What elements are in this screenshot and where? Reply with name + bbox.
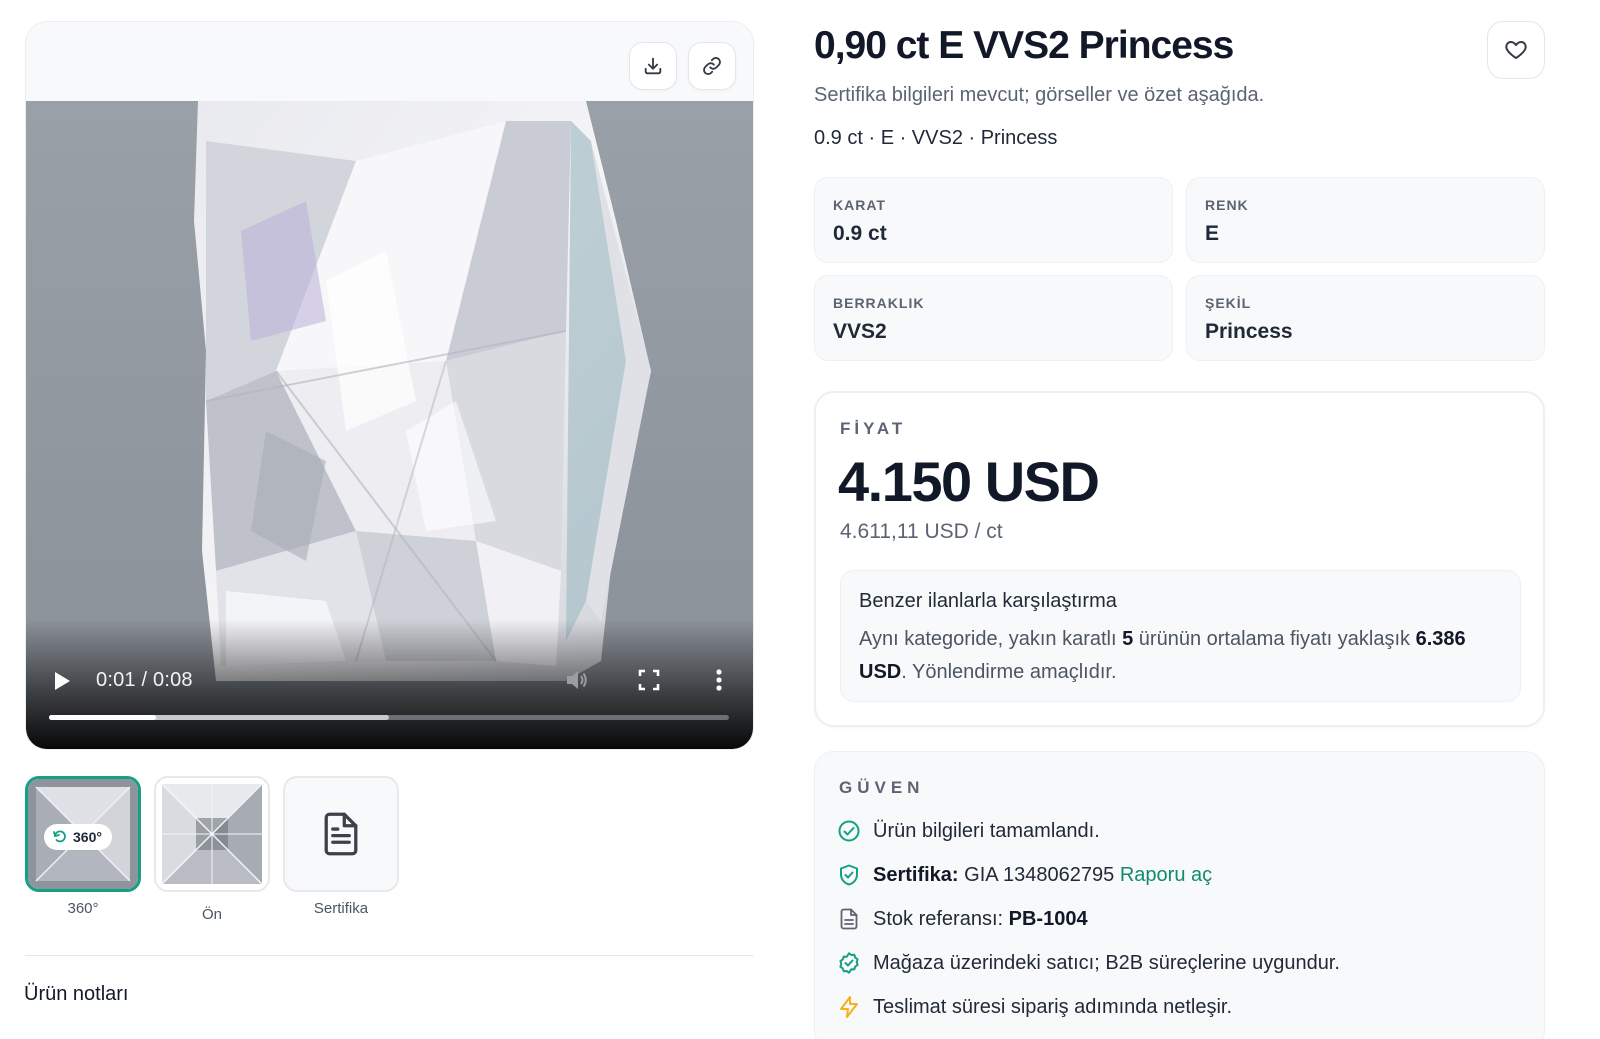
trust-item-text: Stok referansı: PB-1004 [873, 907, 1088, 930]
fullscreen-icon[interactable] [636, 667, 662, 693]
trust-item-text: Sertifika: GIA 1348062795 Raporu aç [873, 863, 1213, 886]
comparison-text: Aynı kategoride, yakın karatlı 5 ürünün … [859, 628, 1466, 683]
spec-card-shape: ŞEKİL Princess [1186, 275, 1545, 361]
copy-link-button[interactable] [688, 42, 736, 90]
thumbnail-label-360: 360° [67, 900, 99, 917]
spec-label: KARAT [833, 197, 886, 213]
document-icon [840, 908, 858, 930]
spec-value: E [1205, 222, 1220, 245]
trust-item: Stok referansı: PB-1004 [837, 904, 1088, 934]
spec-label: BERRAKLIK [833, 295, 925, 311]
price-label: FİYAT [840, 419, 907, 438]
trust-item-text: Mağaza üzerindeki satıcı; B2B süreçlerin… [873, 951, 1340, 974]
shield-check-icon [840, 864, 858, 886]
download-button[interactable] [629, 42, 677, 90]
comparison-title: Benzer ilanlarla karşılaştırma [859, 590, 1117, 612]
video-time: 0:01 / 0:08 [96, 669, 193, 691]
trust-label: GÜVEN [839, 778, 925, 797]
favorite-button[interactable] [1487, 21, 1545, 79]
thumbnail-label-certificate: Sertifika [313, 900, 369, 917]
price-value: 4.150 USD [838, 450, 1100, 513]
trust-item: Ürün bilgileri tamamlandı. [837, 816, 1100, 846]
trust-item: Teslimat süresi sipariş adımında netleşi… [837, 992, 1232, 1022]
trust-item-text: Teslimat süresi sipariş adımında netleşi… [873, 995, 1233, 1018]
heart-icon [1505, 41, 1527, 59]
badge-360: 360° [44, 824, 112, 850]
trust-item: Mağaza üzerindeki satıcı; B2B süreçlerin… [837, 948, 1340, 978]
product-subtitle: Sertifika bilgileri mevcut; görseller ve… [814, 84, 1265, 106]
spec-card-color: RENK E [1186, 177, 1545, 263]
spec-card-carat: KARAT 0.9 ct [814, 177, 1173, 263]
spec-value: Princess [1205, 320, 1293, 343]
video-player[interactable]: 0:01 / 0:08 [26, 101, 753, 749]
thumbnail-certificate[interactable] [283, 776, 399, 892]
video-played [49, 715, 156, 720]
download-icon [644, 57, 662, 75]
spec-summary: 0.9 ct · E · VVS2 · Princess [814, 127, 1058, 149]
thumbnail-360[interactable]: 360° [25, 776, 141, 892]
product-title: 0,90 ct E VVS2 Princess [814, 24, 1234, 67]
price-per-carat: 4.611,11 USD / ct [840, 520, 1003, 543]
play-icon[interactable] [52, 671, 72, 691]
price-comparison-box: Benzer ilanlarla karşılaştırma Aynı kate… [840, 570, 1521, 702]
thumbnail-front[interactable] [154, 776, 270, 892]
media-toolbar [26, 22, 753, 101]
more-options-icon[interactable] [706, 667, 732, 693]
badge-360-label: 360° [73, 829, 102, 845]
spec-card-clarity: BERRAKLIK VVS2 [814, 275, 1173, 361]
stock-reference: PB-1004 [1008, 907, 1088, 930]
product-notes-heading: Ürün notları [24, 983, 129, 1005]
rotate-icon [53, 830, 66, 843]
badge-check-icon [839, 952, 859, 974]
price-card: FİYAT 4.150 USD 4.611,11 USD / ct Benzer… [814, 391, 1545, 727]
spec-value: 0.9 ct [833, 222, 887, 245]
video-progress-bar[interactable] [49, 715, 729, 720]
bolt-icon [840, 996, 858, 1018]
divider [25, 955, 754, 956]
open-report-link[interactable]: Raporu aç [1120, 864, 1212, 886]
spec-label: ŞEKİL [1205, 295, 1252, 311]
media-viewer: 0:01 / 0:08 [25, 21, 754, 750]
trust-item-text: Ürün bilgileri tamamlandı. [873, 819, 1100, 842]
trust-card: GÜVEN Ürün bilgileri tamamlandı. Sertifi… [814, 751, 1545, 1039]
document-icon [324, 812, 358, 856]
volume-icon[interactable] [564, 667, 590, 693]
check-circle-icon [838, 820, 860, 842]
comparison-count: 5 [1122, 628, 1134, 650]
video-controls: 0:01 / 0:08 [26, 649, 753, 749]
trust-item: Sertifika: GIA 1348062795 Raporu aç [837, 860, 1212, 890]
spec-label: RENK [1205, 197, 1249, 213]
diamond-front-image [156, 778, 268, 890]
thumbnail-label-front: Ön [201, 906, 222, 923]
link-icon [703, 57, 721, 75]
spec-value: VVS2 [833, 320, 887, 343]
